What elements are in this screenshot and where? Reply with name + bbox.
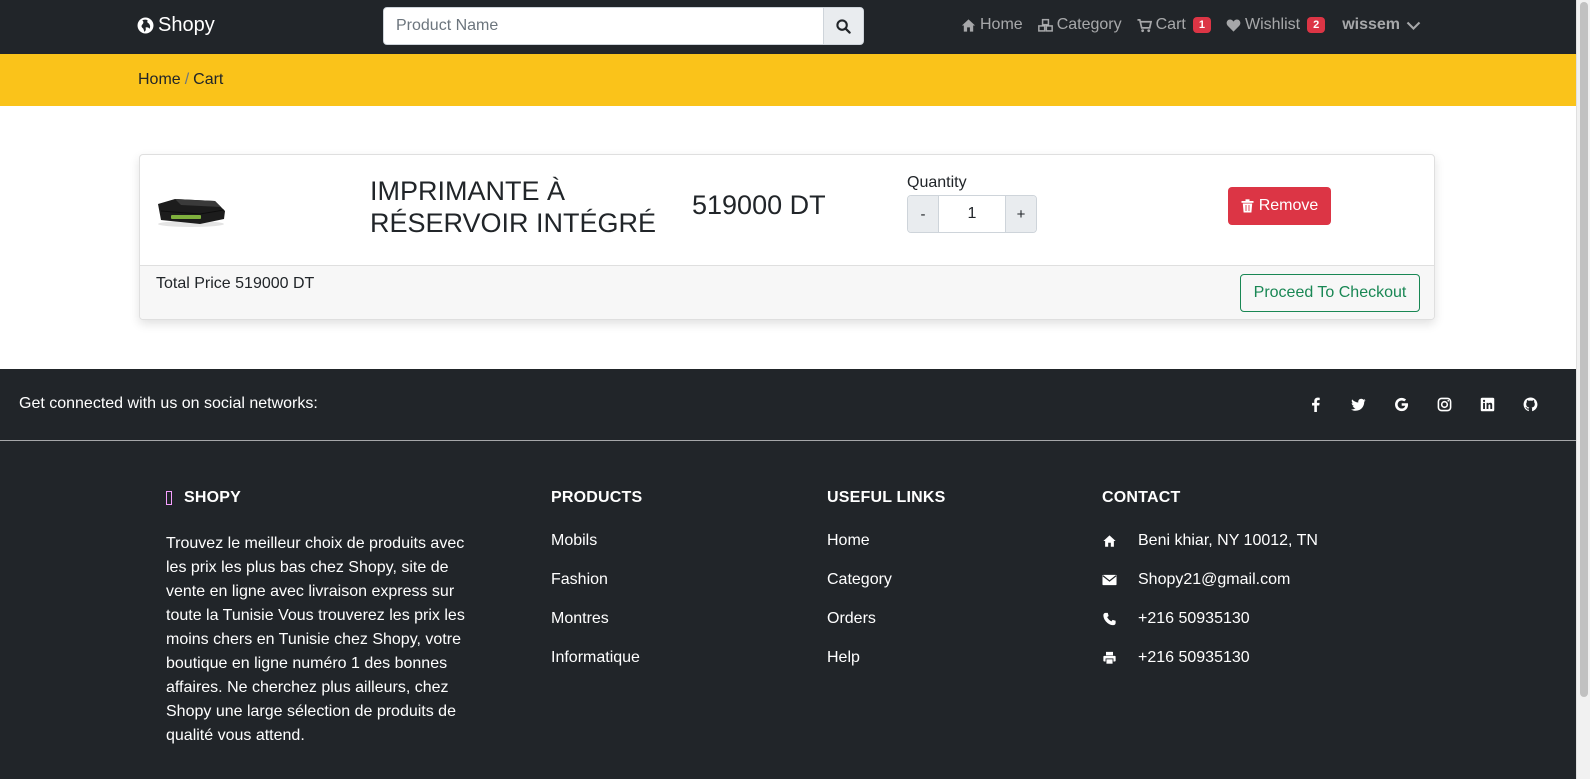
breadcrumb: Home / Cart: [138, 71, 223, 89]
nav-category[interactable]: Category: [1037, 16, 1122, 34]
home-icon: [961, 18, 976, 32]
brand-logo[interactable]: Shopy: [137, 14, 215, 37]
globe-icon: [137, 17, 154, 34]
nav-wishlist[interactable]: Wishlist 2: [1226, 16, 1326, 34]
footer-useful-links-title: USEFUL LINKS: [827, 489, 946, 506]
total-price: Total Price 519000 DT: [156, 275, 315, 292]
footer-about-title: SHOPY: [166, 489, 471, 507]
github-icon[interactable]: [1522, 396, 1538, 412]
search-input[interactable]: [384, 8, 823, 44]
contact-fax-text: +216 50935130: [1138, 649, 1250, 666]
footer: Get connected with us on social networks…: [0, 369, 1576, 779]
footer-useful-link[interactable]: Orders: [827, 610, 946, 628]
quantity-label: Quantity: [907, 174, 967, 191]
footer-about-text: Trouvez le meilleur choix de produits av…: [166, 535, 465, 744]
nav-wishlist-label: Wishlist: [1244, 16, 1301, 33]
breadcrumb-current: Cart: [193, 71, 224, 88]
contact-fax: +216 50935130: [1102, 649, 1318, 667]
cart-card-footer: Total Price 519000 DT Proceed To Checkou…: [140, 265, 1434, 319]
social-text: Get connected with us on social networks…: [19, 395, 318, 412]
footer-useful-links: USEFUL LINKS Home Category Orders Help: [827, 489, 946, 688]
phone-icon: [1103, 612, 1116, 626]
footer-about: SHOPY Trouvez le meilleur choix de produ…: [166, 489, 471, 748]
breadcrumb-bar: Home / Cart: [0, 54, 1576, 106]
search-icon: [836, 18, 851, 34]
twitter-icon[interactable]: [1350, 396, 1366, 412]
print-icon: [1103, 651, 1116, 665]
footer-contact: CONTACT Beni khiar, NY 10012, TN Shopy21…: [1102, 489, 1318, 688]
footer-products-title: PRODUCTS: [551, 489, 643, 506]
nav-cart[interactable]: Cart 1: [1137, 16, 1211, 34]
footer-about-title-text: SHOPY: [184, 489, 242, 506]
footer-useful-link[interactable]: Home: [827, 532, 946, 550]
trash-icon: [1241, 199, 1254, 213]
envelope-icon: [1102, 574, 1117, 586]
brand-name: Shopy: [158, 14, 215, 36]
contact-phone: +216 50935130: [1102, 610, 1318, 628]
product-price: 519000 DT: [692, 190, 826, 220]
google-icon[interactable]: [1393, 396, 1409, 412]
cart-card: IMPRIMANTE À RÉSERVOIR INTÉGRÉ 519000 DT…: [139, 154, 1435, 320]
quantity-stepper: - 1 +: [907, 195, 1037, 233]
nav-cart-label: Cart: [1155, 16, 1186, 33]
gem-icon: [166, 491, 172, 505]
heart-icon: [1226, 19, 1241, 32]
quantity-increase-button[interactable]: +: [1006, 196, 1036, 232]
linkedin-icon[interactable]: [1479, 396, 1495, 412]
footer-useful-link[interactable]: Category: [827, 571, 946, 589]
cart-count-badge: 1: [1192, 17, 1211, 33]
social-bar: Get connected with us on social networks…: [0, 369, 1576, 441]
contact-address-text: Beni khiar, NY 10012, TN: [1138, 532, 1318, 549]
quantity-input[interactable]: 1: [938, 196, 1006, 232]
product-image: [158, 199, 225, 227]
chevron-down-icon: [1406, 21, 1421, 30]
breadcrumb-home[interactable]: Home: [138, 71, 181, 88]
contact-email-text[interactable]: Shopy21@gmail.com: [1138, 571, 1290, 589]
home-icon: [1103, 535, 1116, 547]
instagram-icon[interactable]: [1436, 396, 1452, 412]
remove-button[interactable]: Remove: [1228, 187, 1331, 225]
cart-icon: [1137, 18, 1152, 32]
page: Shopy Home Category Cart 1: [0, 0, 1576, 779]
footer-product-link[interactable]: Informatique: [551, 649, 642, 667]
wishlist-count-badge: 2: [1307, 17, 1326, 33]
user-name: wissem: [1342, 16, 1401, 33]
footer-contact-title: CONTACT: [1102, 489, 1181, 506]
checkout-button[interactable]: Proceed To Checkout: [1240, 274, 1420, 312]
footer-product-link[interactable]: Montres: [551, 610, 642, 628]
user-menu[interactable]: wissem: [1342, 16, 1421, 34]
facebook-icon[interactable]: [1307, 396, 1323, 412]
remove-label: Remove: [1258, 197, 1319, 214]
nav-category-label: Category: [1056, 16, 1122, 33]
nav-home-label: Home: [980, 16, 1023, 33]
footer-product-link[interactable]: Mobils: [551, 532, 642, 550]
footer-useful-link[interactable]: Help: [827, 649, 946, 667]
nav-links: Home Category Cart 1 Wishlist 2 wissem: [961, 16, 1421, 34]
footer-products: PRODUCTS Mobils Fashion Montres Informat…: [551, 489, 642, 688]
product-name[interactable]: IMPRIMANTE À RÉSERVOIR INTÉGRÉ: [370, 175, 680, 239]
footer-product-link[interactable]: Fashion: [551, 571, 642, 589]
contact-email: Shopy21@gmail.com: [1102, 571, 1318, 589]
search-button[interactable]: [823, 8, 863, 44]
vertical-scrollbar[interactable]: [1576, 0, 1590, 779]
nav-home[interactable]: Home: [961, 16, 1023, 34]
navbar: Shopy Home Category Cart 1: [0, 0, 1576, 54]
search-bar: [383, 7, 864, 45]
contact-phone-text[interactable]: +216 50935130: [1138, 610, 1250, 628]
quantity-decrease-button[interactable]: -: [908, 196, 938, 232]
contact-address: Beni khiar, NY 10012, TN: [1102, 532, 1318, 550]
breadcrumb-separator: /: [184, 71, 190, 88]
scrollbar-thumb[interactable]: [1580, 2, 1588, 697]
cubes-icon: [1037, 18, 1053, 32]
social-icons: [1307, 396, 1538, 412]
